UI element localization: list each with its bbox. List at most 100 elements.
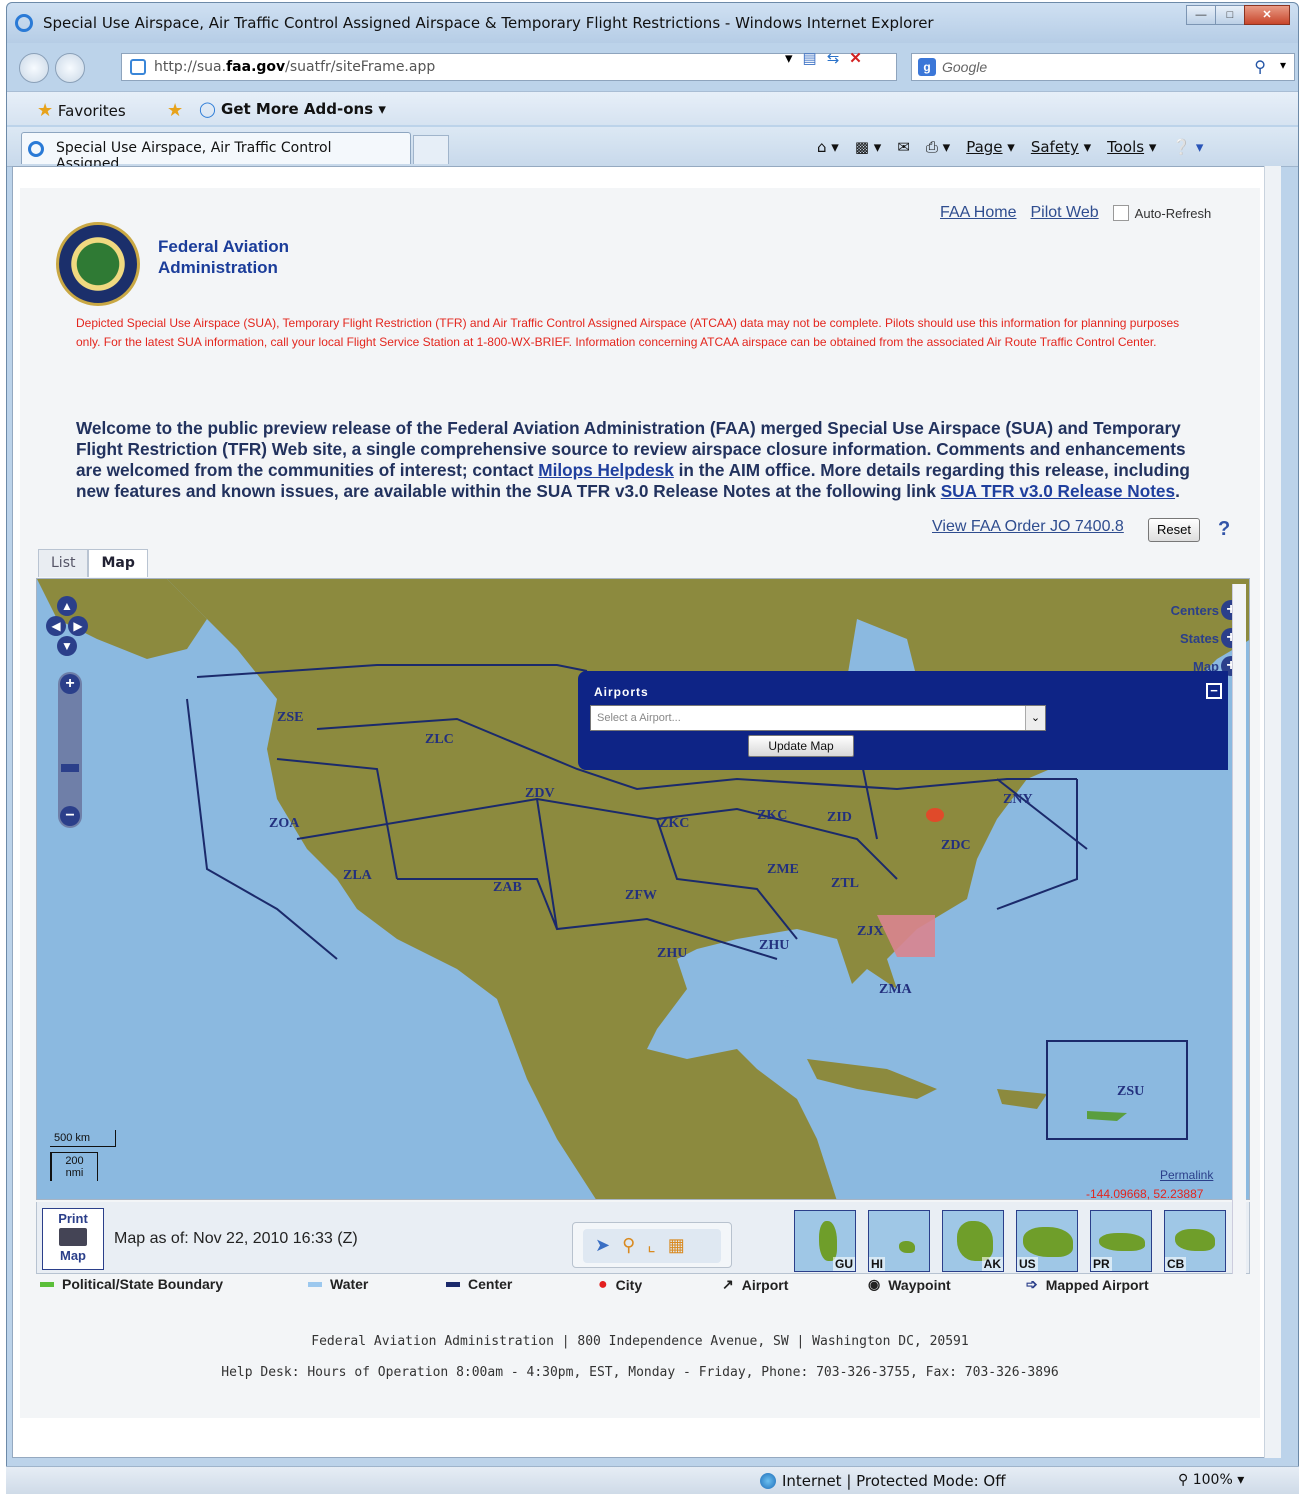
zoom-tool-icon[interactable]: ⚲ <box>622 1235 635 1257</box>
footer-helpdesk: Help Desk: Hours of Operation 8:00am - 4… <box>221 1365 1059 1380</box>
tab-row: Special Use Airspace, Air Traffic Contro… <box>7 127 1298 172</box>
city-icon: ● <box>598 1276 608 1293</box>
map-legend: Political/State Boundary Water Center ● C… <box>36 1274 1250 1296</box>
cuba-landmass <box>807 1059 937 1099</box>
gulf-of-mexico <box>757 969 897 1029</box>
back-button[interactable] <box>19 53 49 83</box>
dropdown-arrow-icon[interactable]: ▾ <box>785 49 793 67</box>
tab-list[interactable]: List <box>38 549 89 577</box>
zoom-handle[interactable] <box>61 764 79 772</box>
release-notes-link[interactable]: SUA TFR v3.0 Release Notes <box>941 481 1175 501</box>
zoom-slider[interactable]: + − <box>58 672 82 828</box>
page-menu[interactable]: Page ▾ <box>966 138 1015 156</box>
get-addons-button[interactable]: ◯ Get More Add-ons ▾ <box>199 100 386 118</box>
legend-item: Water <box>308 1276 368 1292</box>
close-button[interactable]: ✕ <box>1244 5 1290 25</box>
welcome-text: Welcome to the public preview release of… <box>76 418 1190 501</box>
milops-helpdesk-link[interactable]: Milops Helpdesk <box>538 460 674 480</box>
region-hi[interactable]: HI <box>868 1210 930 1272</box>
collapse-panel-icon[interactable]: − <box>1206 683 1222 699</box>
center-label: ZMA <box>879 982 913 997</box>
map-tools: ➤ ⚲ ⌞ ▦ <box>572 1222 732 1268</box>
new-tab-button[interactable] <box>413 135 449 164</box>
star-icon: ★ <box>37 100 54 121</box>
region-ak[interactable]: AK <box>942 1210 1004 1272</box>
compat-view-icon[interactable]: ▤ <box>803 49 817 67</box>
puerto-rico-landmass <box>1087 1111 1127 1121</box>
tools-menu[interactable]: Tools ▾ <box>1107 138 1156 156</box>
city-marker[interactable] <box>926 808 944 822</box>
region-us[interactable]: US <box>1016 1210 1078 1272</box>
page-scrollbar[interactable] <box>1264 166 1281 1458</box>
airport-select[interactable]: Select a Airport... ⌄ <box>590 705 1046 731</box>
org-name: Federal Aviation Administration <box>158 237 289 277</box>
pan-right-button[interactable]: ▶ <box>68 616 88 636</box>
auto-refresh-checkbox[interactable] <box>1112 205 1129 221</box>
cursor-coordinates: -144.09668, 52.23887 <box>1086 1187 1204 1201</box>
command-bar: ⌂ ▾ ▩ ▾ ✉ ⎙ ▾ Page ▾ Safety ▾ Tools ▾ ❔ … <box>817 138 1203 156</box>
measure-tool-icon[interactable]: ⌞ <box>647 1235 655 1257</box>
forward-button[interactable] <box>55 53 85 83</box>
center-label: ZKC <box>757 808 787 823</box>
faa-order-link[interactable]: View FAA Order JO 7400.8 <box>932 518 1124 536</box>
tab-map[interactable]: Map <box>88 549 148 577</box>
browser-tab[interactable]: Special Use Airspace, Air Traffic Contro… <box>21 132 411 172</box>
add-favorites-icon[interactable]: ★ <box>167 100 183 121</box>
print-icon[interactable]: ⎙ ▾ <box>926 138 950 156</box>
center-label: ZSE <box>277 710 303 725</box>
legend-item: ◉ Waypoint <box>868 1276 951 1293</box>
favorites-button[interactable]: ★ Favorites <box>37 100 126 121</box>
center-label: ZJX <box>857 924 883 939</box>
refresh-icon[interactable]: ⇆ <box>827 49 840 67</box>
pan-down-button[interactable]: ▼ <box>57 636 77 656</box>
chevron-down-icon[interactable]: ⌄ <box>1025 706 1045 730</box>
permalink-link[interactable]: Permalink <box>1160 1168 1213 1182</box>
center-label: ZLC <box>425 732 454 747</box>
pan-up-button[interactable]: ▲ <box>57 596 77 616</box>
window-title: Special Use Airspace, Air Traffic Contro… <box>43 14 934 32</box>
zoom-out-button[interactable]: − <box>60 806 80 826</box>
layer-states[interactable]: States + <box>1171 628 1241 648</box>
region-pr[interactable]: PR <box>1090 1210 1152 1272</box>
search-icon[interactable]: ⚲ <box>1254 57 1266 77</box>
airport-icon: ↗ <box>722 1276 734 1292</box>
zoom-level[interactable]: ⚲ 100% ▾ <box>1178 1472 1244 1488</box>
print-map-button[interactable]: Print Map <box>42 1208 104 1270</box>
center-label: ZHU <box>657 946 687 961</box>
mail-icon[interactable]: ✉ <box>897 138 910 156</box>
maximize-button[interactable]: □ <box>1215 5 1245 25</box>
legend-item: ➩ Mapped Airport <box>1026 1276 1149 1293</box>
update-map-button[interactable]: Update Map <box>748 735 854 757</box>
pin-icon: ➩ <box>1026 1276 1038 1292</box>
region-gu[interactable]: GU <box>794 1210 856 1272</box>
center-label: ZKC <box>659 816 689 831</box>
faa-home-link[interactable]: FAA Home <box>940 204 1016 222</box>
google-icon: g <box>918 58 936 76</box>
reset-button[interactable]: Reset <box>1148 518 1200 542</box>
stop-icon[interactable]: ✕ <box>849 49 862 67</box>
waypoint-icon: ◉ <box>868 1276 881 1292</box>
pilot-web-link[interactable]: Pilot Web <box>1030 204 1098 222</box>
window-controls: — □ ✕ <box>1186 5 1290 25</box>
address-bar[interactable]: http://sua.faa.gov/suatfr/siteFrame.app <box>121 53 897 81</box>
select-tool-icon[interactable]: ➤ <box>595 1235 610 1257</box>
pan-left-button[interactable]: ◀ <box>46 616 66 636</box>
help-icon[interactable]: ? <box>1218 518 1230 541</box>
crop-tool-icon[interactable]: ▦ <box>668 1235 685 1257</box>
center-label: ZME <box>767 862 799 877</box>
home-icon[interactable]: ⌂ ▾ <box>817 138 839 156</box>
title-bar: Special Use Airspace, Air Traffic Contro… <box>7 3 1298 43</box>
center-label: ZDV <box>525 786 555 801</box>
safety-menu[interactable]: Safety ▾ <box>1031 138 1091 156</box>
region-cb[interactable]: CB <box>1164 1210 1226 1272</box>
layer-centers[interactable]: Centers + <box>1171 600 1241 620</box>
help-icon[interactable]: ❔ ▾ <box>1172 138 1203 156</box>
map-scrollbar[interactable] <box>1232 584 1246 1274</box>
search-dropdown-icon[interactable]: ▾ <box>1280 58 1286 72</box>
zoom-in-button[interactable]: + <box>60 674 80 694</box>
feeds-icon[interactable]: ▩ ▾ <box>855 138 881 156</box>
legend-item: Center <box>446 1276 512 1292</box>
security-zone[interactable]: Internet | Protected Mode: Off <box>760 1472 1006 1490</box>
search-box[interactable]: g Google ⚲ ▾ <box>911 53 1295 81</box>
minimize-button[interactable]: — <box>1186 5 1216 25</box>
